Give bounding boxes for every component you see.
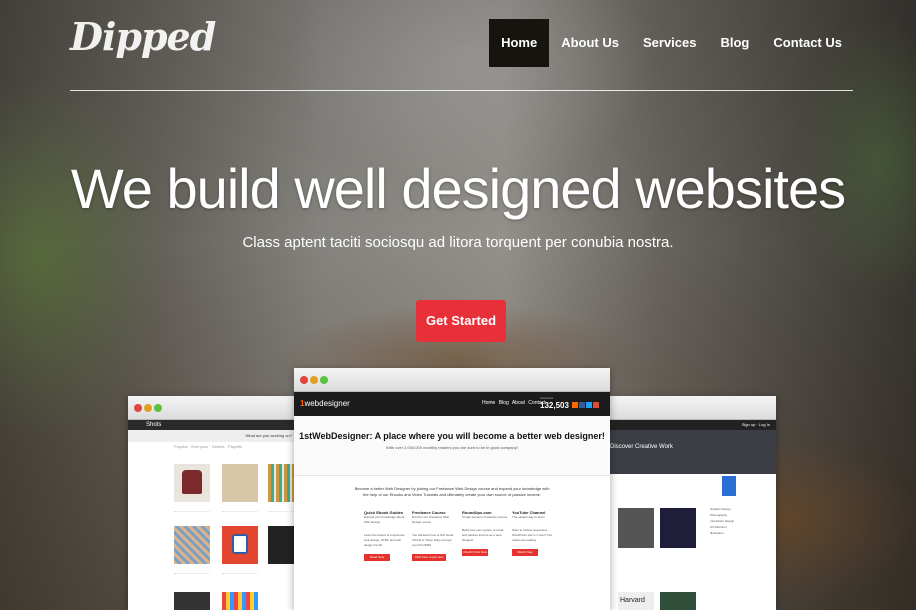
center-site-intro: Become a better Web Designer by joining … bbox=[354, 486, 550, 497]
project-tile: Harvard bbox=[618, 592, 654, 610]
center-site-hero: 1stWebDesigner: A place where you will b… bbox=[294, 416, 610, 476]
feature-button: Check It Out Now bbox=[462, 549, 488, 556]
close-dot-icon bbox=[300, 376, 308, 384]
project-tile bbox=[660, 592, 696, 610]
right-site-header: Sign up · Log In bbox=[608, 420, 776, 430]
center-site-nav: Home Blog About Contact bbox=[482, 400, 546, 406]
badge-icon bbox=[232, 534, 248, 554]
shot-thumbnail bbox=[268, 526, 296, 564]
center-site-header: 1webdesigner Home Blog About Contact Sub… bbox=[294, 392, 610, 416]
maximize-dot-icon bbox=[320, 376, 328, 384]
shot-thumbnail bbox=[222, 526, 258, 564]
site-logo[interactable]: Dipped bbox=[70, 14, 216, 59]
main-nav: Home About Us Services Blog Contact Us bbox=[489, 19, 854, 67]
shirt-icon bbox=[182, 470, 202, 494]
subscriber-count: 132,503 bbox=[540, 401, 569, 410]
feature-button: Read Now bbox=[364, 554, 390, 561]
google-plus-icon bbox=[593, 402, 599, 408]
nav-item-services[interactable]: Services bbox=[631, 19, 709, 67]
nav-item-blog[interactable]: Blog bbox=[708, 19, 761, 67]
subscriber-label: Subscribe bbox=[540, 396, 554, 400]
minimize-dot-icon bbox=[310, 376, 318, 384]
rss-icon bbox=[572, 402, 578, 408]
browser-chrome bbox=[294, 368, 610, 392]
shot-thumbnail bbox=[174, 526, 210, 564]
right-site-hero: Discover Creative Work bbox=[608, 430, 776, 474]
feature-column: YouTube Channel The easiest way to learn… bbox=[512, 510, 558, 556]
right-site-badge bbox=[722, 476, 736, 496]
feature-body: Learn the basics of responsive web desig… bbox=[364, 533, 405, 547]
feature-body: You will learn how to find Great Clients… bbox=[412, 533, 454, 547]
showcase-window-left: Shots What are you working on? Popular ·… bbox=[128, 396, 296, 610]
facebook-icon bbox=[579, 402, 585, 408]
shot-meta bbox=[222, 506, 258, 512]
showcase-window-center: 1webdesigner Home Blog About Contact Sub… bbox=[294, 368, 610, 610]
feature-button: Watch Now bbox=[512, 549, 538, 556]
twitter-icon bbox=[586, 402, 592, 408]
maximize-dot-icon bbox=[154, 404, 162, 412]
center-site-logo: 1webdesigner bbox=[300, 399, 350, 408]
right-site-sidebar: Graphic Design Photography Interaction D… bbox=[710, 506, 734, 536]
feature-text: Expand your knowledge about Web Design bbox=[364, 515, 405, 524]
minimize-dot-icon bbox=[144, 404, 152, 412]
header-divider bbox=[70, 90, 853, 91]
hero-subtitle: Class aptent taciti sociosqu ad litora t… bbox=[242, 234, 674, 251]
center-site-subhead: With over 2,000,000 monthly readers you … bbox=[386, 445, 518, 450]
feature-text: The easiest way to learn bbox=[512, 515, 545, 519]
close-dot-icon bbox=[134, 404, 142, 412]
left-site-banner: What are you working on? bbox=[128, 430, 296, 442]
shot-thumbnail bbox=[174, 464, 210, 502]
feature-column: RoundUps.com Create streams of passive i… bbox=[462, 510, 508, 556]
shot-meta bbox=[174, 506, 210, 512]
showcase-window-right: Sign up · Log In Discover Creative Work … bbox=[608, 396, 776, 610]
center-site-headline: 1stWebDesigner: A place where you will b… bbox=[299, 431, 605, 441]
shot-thumbnail bbox=[268, 464, 296, 502]
feature-text: Enroll in our Freelance Web Design cours… bbox=[412, 515, 450, 524]
center-site-body: Become a better Web Designer by joining … bbox=[294, 476, 610, 610]
left-site-tabs: Popular · Everyone · Debuts · Playoffs bbox=[174, 444, 243, 449]
shot-meta bbox=[174, 568, 210, 574]
left-site-header: Shots bbox=[128, 420, 296, 430]
browser-chrome bbox=[608, 396, 776, 420]
nav-item-contact-us[interactable]: Contact Us bbox=[761, 19, 854, 67]
feature-body: Want to build a responsive WordPress sit… bbox=[512, 528, 553, 542]
shot-meta bbox=[222, 568, 258, 574]
project-tile bbox=[660, 508, 696, 548]
get-started-button[interactable]: Get Started bbox=[416, 300, 506, 342]
project-tile bbox=[618, 508, 654, 548]
hero-title: We build well designed websites bbox=[70, 157, 846, 220]
shot-thumbnail bbox=[174, 592, 210, 610]
browser-chrome bbox=[128, 396, 296, 420]
feature-column: Freelance Course Enroll in our Freelance… bbox=[412, 510, 458, 561]
sidebar-link: Illustration bbox=[710, 531, 724, 535]
shot-thumbnail bbox=[222, 464, 258, 502]
feature-button: Click here to join now bbox=[412, 554, 446, 561]
nav-item-about-us[interactable]: About Us bbox=[549, 19, 631, 67]
nav-item-home[interactable]: Home bbox=[489, 19, 550, 67]
feature-body: Build your own system of small and passi… bbox=[462, 528, 504, 542]
feature-text: Create streams of passive income bbox=[462, 515, 508, 519]
feature-column: Quick Ebook Guides Expand your knowledge… bbox=[364, 510, 410, 561]
shot-thumbnail bbox=[222, 592, 258, 610]
shot-meta bbox=[268, 506, 296, 512]
